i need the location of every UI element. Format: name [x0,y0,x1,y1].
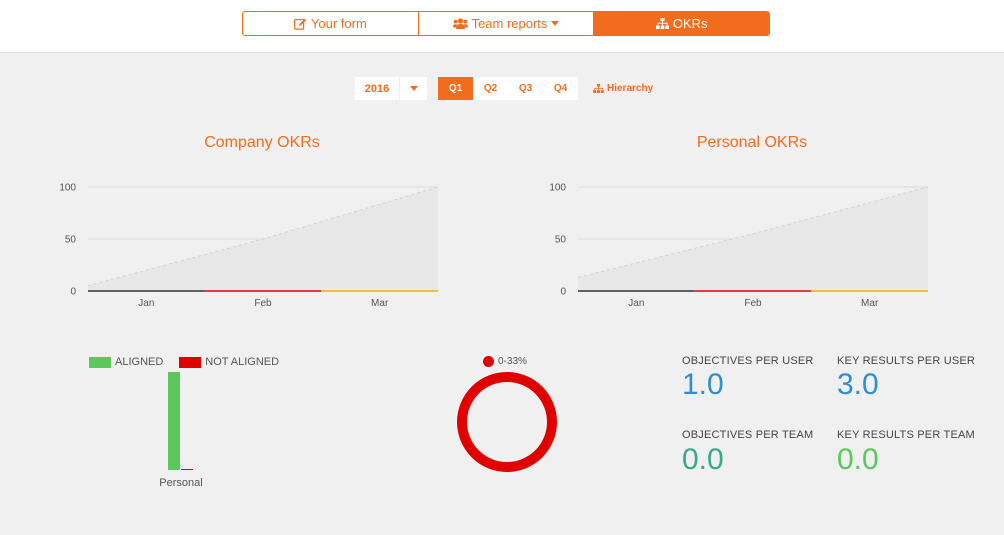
top-bar: Your form Team reports OKRs [0,0,1004,53]
not-aligned-legend-label: NOT ALIGNED [205,356,280,368]
donut-slice [457,372,557,472]
tab-team-reports[interactable]: Team reports [419,12,595,35]
year-value: 2016 [364,82,390,95]
donut-legend-dot [483,356,494,367]
caret-down-icon [409,86,418,91]
quarter-q4[interactable]: Q4 [543,77,578,100]
y-tick-label: 100 [59,183,76,194]
view-switcher: Your form Team reports OKRs [242,11,770,36]
donut-legend-label: 0-33% [498,356,527,367]
stat-value-objectives-per-user: 1.0 [682,368,724,401]
year-select[interactable]: 2016 [355,77,427,100]
quarter-q2[interactable]: Q2 [473,77,508,100]
y-tick-label: 100 [549,183,566,194]
aligned-legend-label: ALIGNED [115,356,164,368]
users-icon [452,18,468,29]
y-tick-label: 0 [560,287,566,298]
bar-category-label: Personal [159,477,203,489]
bar-not-aligned [181,469,193,470]
personal-okrs-chart: 0 50 100 Jan Feb Mar [549,183,929,309]
x-tick-label: Jan [138,298,154,309]
company-okrs-chart: 0 50 100 Jan Feb Mar [59,183,439,309]
x-tick-label: Feb [744,298,762,309]
x-tick-label: Mar [861,298,879,309]
not-aligned-swatch [179,356,202,368]
quarter-q1[interactable]: Q1 [438,77,473,100]
y-tick-label: 50 [65,235,77,246]
hierarchy-link[interactable]: Hierarchy [593,77,653,100]
aligned-swatch [89,356,111,368]
x-tick-label: Mar [371,298,389,309]
quarter-q3[interactable]: Q3 [508,77,543,100]
tab-team-reports-label: Team reports [471,16,548,31]
x-tick-label: Feb [254,298,272,309]
stat-label-objectives-per-team: OBJECTIVES PER TEAM [682,429,814,441]
personal-okrs-title: Personal OKRs [696,134,808,151]
y-tick-label: 0 [70,287,76,298]
quarter-selector: Q1 Q2 Q3 Q4 [438,77,578,100]
period-filters: 2016 Q1 Q2 Q3 Q4 Hierarchy [0,77,1004,100]
edit-icon [293,18,307,30]
stat-value-key-results-per-user: 3.0 [837,368,879,401]
bar-aligned [168,372,180,470]
stat-label-key-results-per-team: KEY RESULTS PER TEAM [837,429,975,441]
caret-down-icon [551,21,560,26]
tab-okrs-label: OKRs [672,16,708,31]
sitemap-icon [655,18,669,29]
completion-donut-chart [457,372,557,472]
tab-your-form[interactable]: Your form [243,12,419,35]
hierarchy-label: Hierarchy [607,83,654,94]
tab-okrs[interactable]: OKRs [594,12,769,35]
y-tick-label: 50 [555,235,567,246]
x-tick-label: Jan [628,298,644,309]
year-dropdown-toggle[interactable] [399,77,427,100]
stat-value-objectives-per-team: 0.0 [682,443,724,476]
sitemap-icon [593,84,604,93]
company-okrs-title: Company OKRs [204,134,320,151]
alignment-bar-chart [168,372,193,470]
donut-legend: 0-33% [483,356,527,367]
tab-your-form-label: Your form [310,16,367,31]
stat-label-objectives-per-user: OBJECTIVES PER USER [682,355,814,367]
stat-value-key-results-per-team: 0.0 [837,443,879,476]
stat-label-key-results-per-user: KEY RESULTS PER USER [837,355,976,367]
alignment-legend: ALIGNED NOT ALIGNED [89,356,279,368]
